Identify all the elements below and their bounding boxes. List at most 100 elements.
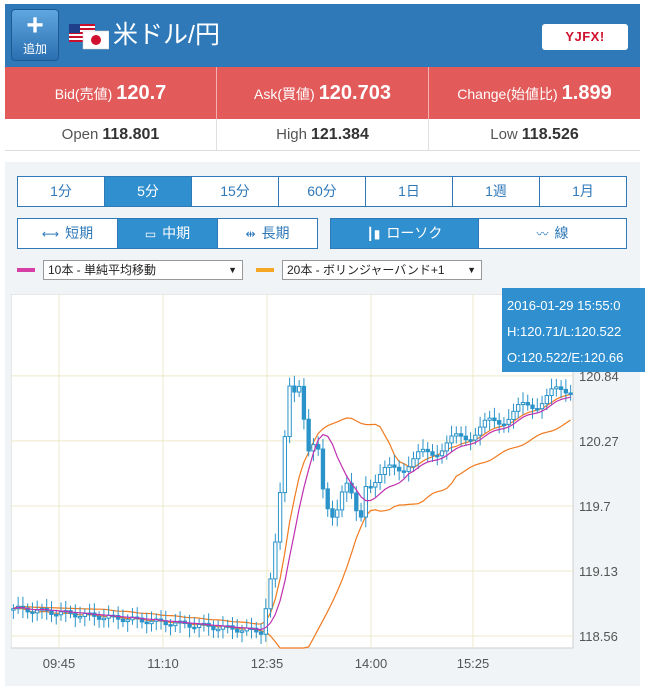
tab-5min[interactable]: 5分 bbox=[105, 177, 192, 206]
candle-body bbox=[101, 617, 107, 621]
tab-15min[interactable]: 15分 bbox=[192, 177, 279, 206]
period-short-button[interactable]: ⟷ 短期 bbox=[18, 219, 118, 248]
candle-body bbox=[187, 623, 192, 628]
ma-select[interactable]: 10本 - 単純平均移動 ▼ bbox=[43, 260, 243, 280]
period-mid-button[interactable]: ▭ 中期 bbox=[118, 219, 218, 248]
short-term-icon: ⟷ bbox=[41, 227, 60, 241]
tooltip-time: 2016-01-29 15:55:0 bbox=[507, 298, 621, 313]
candle-body bbox=[449, 435, 454, 444]
candle-body bbox=[535, 408, 540, 411]
candle-body bbox=[549, 388, 554, 397]
tab-60min[interactable]: 60分 bbox=[279, 177, 366, 206]
period-long-label: 長期 bbox=[261, 225, 290, 241]
candle-body bbox=[544, 395, 549, 405]
ma-select-label: 10本 - 単純平均移動 bbox=[48, 263, 157, 277]
mid-term-icon: ▭ bbox=[144, 227, 157, 241]
ask-label: Ask(買値) bbox=[254, 86, 315, 102]
candle-body bbox=[563, 388, 569, 394]
candle-body bbox=[373, 481, 378, 488]
candle-body bbox=[392, 464, 397, 468]
bb-indicator: 20本 - ボリンジャーバンド+1 ▼ bbox=[256, 260, 482, 280]
candle-body bbox=[425, 448, 430, 453]
candle-body bbox=[387, 464, 392, 468]
candle-body bbox=[363, 485, 368, 518]
ask-value: 120.703 bbox=[318, 82, 391, 104]
candle-body bbox=[497, 420, 502, 425]
candle-body bbox=[511, 410, 516, 420]
tab-1day[interactable]: 1日 bbox=[366, 177, 453, 206]
low-value: 118.526 bbox=[521, 126, 579, 143]
bb-select[interactable]: 20本 - ボリンジャーバンド+1 ▼ bbox=[282, 260, 482, 280]
candle-body bbox=[73, 613, 78, 618]
add-pair-button[interactable]: + 追加 bbox=[11, 9, 59, 61]
x-tick-label: 11:10 bbox=[147, 656, 179, 671]
fx-rate-screen: + 追加 米ドル/円 YJFX! Bid(売値) 120.7 Ask(買値) 120… bbox=[0, 0, 645, 686]
y-tick-label: 119.7 bbox=[579, 499, 611, 514]
candle-body bbox=[58, 611, 64, 616]
candlestick-label: ローソク bbox=[386, 225, 443, 241]
long-term-icon: ⇹ bbox=[245, 227, 256, 241]
candle-body bbox=[335, 509, 340, 518]
candle-body bbox=[316, 444, 321, 450]
candle-body bbox=[258, 631, 264, 635]
candle-body bbox=[144, 621, 149, 625]
chevron-down-icon: ▼ bbox=[467, 265, 476, 275]
candle-tooltip: 2016-01-29 15:55:0 H:120.71/L:120.522 O:… bbox=[502, 288, 645, 372]
y-tick-label: 119.13 bbox=[579, 564, 618, 579]
period-short-label: 短期 bbox=[65, 225, 94, 241]
candle-body bbox=[416, 451, 421, 460]
candle-body bbox=[282, 436, 288, 494]
ohl-bar: Open 118.801 High 121.384 Low 118.526 bbox=[5, 119, 640, 151]
candle-body bbox=[301, 385, 307, 420]
candlestick-icon: ┃▮ bbox=[366, 227, 381, 241]
candle-body bbox=[173, 622, 178, 627]
ma-color-swatch bbox=[17, 268, 35, 272]
chart-type-tabs: ┃▮ ローソク 〰線 bbox=[330, 218, 627, 249]
y-tick-label: 120.27 bbox=[579, 434, 619, 449]
period-mid-label: 中期 bbox=[162, 225, 191, 241]
line-chart-button[interactable]: 〰線 bbox=[479, 219, 626, 248]
candle-body bbox=[406, 466, 411, 472]
candle-body bbox=[268, 578, 273, 610]
candle-body bbox=[477, 426, 483, 436]
timeframe-tabs: 1分 5分 15分 60分 1日 1週 1月 bbox=[17, 176, 627, 207]
low-label: Low bbox=[490, 126, 518, 143]
low-stat: Low 118.526 bbox=[429, 119, 640, 150]
candle-body bbox=[516, 404, 521, 412]
tab-1week[interactable]: 1週 bbox=[453, 177, 540, 206]
candle-body bbox=[306, 418, 311, 452]
candle-body bbox=[196, 624, 202, 628]
brand-logo: YJFX! bbox=[542, 24, 628, 50]
bid-value: 120.7 bbox=[116, 82, 167, 104]
period-long-button[interactable]: ⇹ 長期 bbox=[218, 219, 317, 248]
candle-body bbox=[396, 466, 402, 472]
period-tabs: ⟷ 短期 ▭ 中期 ⇹ 長期 bbox=[17, 218, 318, 249]
candle-body bbox=[211, 625, 216, 631]
candle-body bbox=[444, 442, 449, 452]
candlestick-button[interactable]: ┃▮ ローソク bbox=[331, 219, 479, 248]
candle-body bbox=[77, 615, 83, 619]
candle-body bbox=[149, 620, 154, 625]
candle-body bbox=[458, 433, 464, 437]
open-stat: Open 118.801 bbox=[5, 119, 217, 150]
x-tick-label: 09:45 bbox=[43, 656, 76, 671]
candle-body bbox=[501, 423, 507, 427]
candle-body bbox=[530, 404, 535, 410]
candle-body bbox=[320, 448, 326, 490]
x-tick-label: 12:35 bbox=[251, 656, 284, 671]
candle-body bbox=[235, 628, 240, 633]
candle-body bbox=[454, 433, 459, 437]
candle-body bbox=[339, 491, 345, 511]
candle-body bbox=[273, 541, 278, 580]
candle-body bbox=[216, 628, 221, 632]
candle-body bbox=[82, 612, 87, 617]
tab-1month[interactable]: 1月 bbox=[540, 177, 626, 206]
candle-body bbox=[330, 508, 335, 518]
app-header: + 追加 米ドル/円 YJFX! bbox=[5, 4, 640, 67]
candle-body bbox=[401, 470, 407, 473]
candle-body bbox=[482, 419, 488, 428]
candle-body bbox=[473, 434, 478, 441]
candle-body bbox=[506, 418, 511, 425]
candle-body bbox=[325, 488, 330, 510]
tab-1min[interactable]: 1分 bbox=[18, 177, 105, 206]
